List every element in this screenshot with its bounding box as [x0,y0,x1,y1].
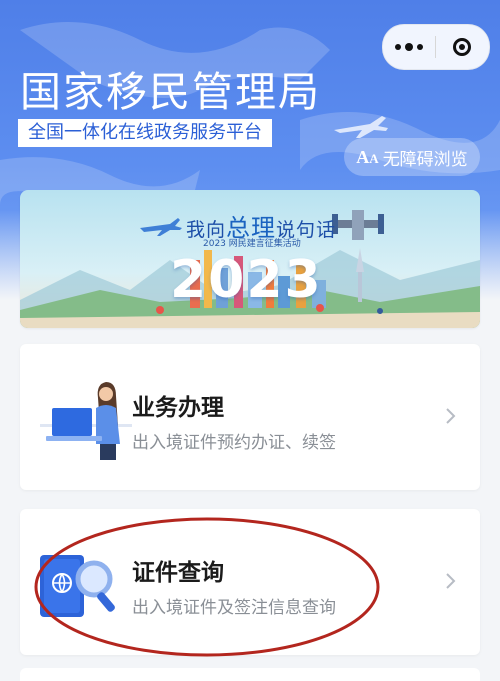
service-description: 出入境证件及签注信息查询 [132,598,336,618]
agency-title: 国家移民管理局 [20,68,321,116]
service-description: 出入境证件预约办证、续签 [132,433,336,453]
accessibility-icon: AA [356,146,379,167]
banner-year: 2023 [170,250,323,310]
next-card-edge [20,668,480,681]
accessibility-label: 无障碍浏览 [382,149,468,170]
target-close-icon[interactable] [436,25,488,69]
service-card-business[interactable]: 业务办理 出入境证件预约办证、续签 [20,344,480,490]
passport-magnifier-icon [40,555,115,617]
chevron-right-icon [446,408,456,424]
chevron-right-icon [446,573,456,589]
agency-subtitle: 全国一体化在线政务服务平台 [18,119,272,147]
service-title: 业务办理 [132,395,224,421]
person-laptop-icon [40,382,132,460]
mini-program-capsule [382,24,490,70]
service-card-document-query[interactable]: 证件查询 出入境证件及签注信息查询 [20,509,480,655]
promo-banner[interactable]: 我向总理说句话 2023 网民建言征集活动 2023 [20,190,480,328]
banner-caption: 2023 网民建言征集活动 [203,239,301,249]
accessibility-button[interactable]: AA 无障碍浏览 [344,138,480,176]
service-title: 证件查询 [132,560,224,586]
more-dots-icon[interactable] [383,25,435,69]
